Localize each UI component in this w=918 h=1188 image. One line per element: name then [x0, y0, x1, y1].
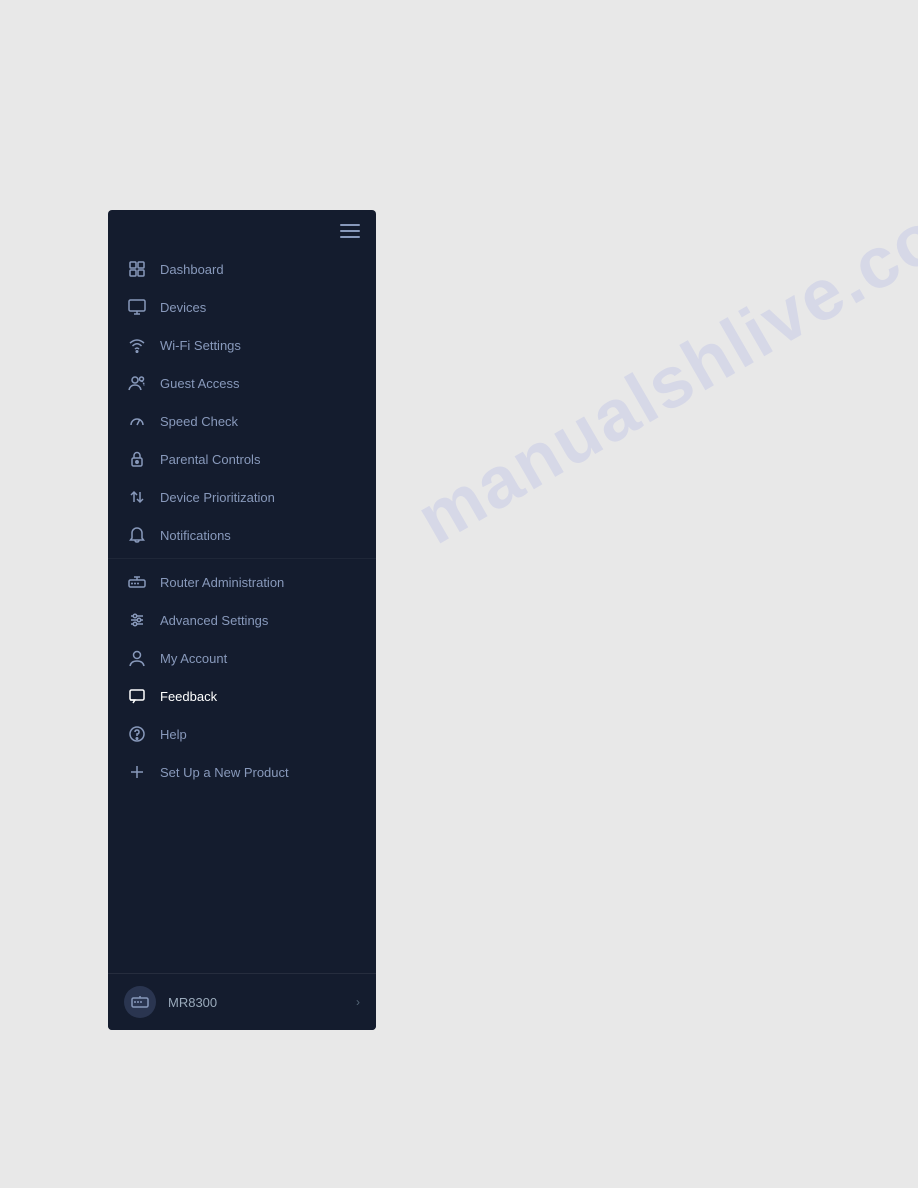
sidebar-item-label-advanced: Advanced Settings	[160, 613, 268, 628]
monitor-icon	[128, 298, 146, 316]
bell-icon	[128, 526, 146, 544]
sidebar-item-my-account[interactable]: My Account	[108, 639, 376, 677]
nav-divider-1	[108, 558, 376, 559]
hamburger-menu-button[interactable]	[340, 224, 360, 238]
sidebar-item-label-parental: Parental Controls	[160, 452, 260, 467]
sliders-icon	[128, 611, 146, 629]
device-avatar	[124, 986, 156, 1018]
nav-list: Dashboard Devices	[108, 246, 376, 973]
lock-icon	[128, 450, 146, 468]
sidebar-item-dashboard[interactable]: Dashboard	[108, 250, 376, 288]
watermark: manualshlive.com	[403, 161, 918, 560]
sidebar-item-label-setup: Set Up a New Product	[160, 765, 289, 780]
sidebar-item-setup-new[interactable]: Set Up a New Product	[108, 753, 376, 791]
sidebar-item-router-admin[interactable]: Router Administration	[108, 563, 376, 601]
sidebar-item-feedback[interactable]: Feedback	[108, 677, 376, 715]
sidebar-item-label-feedback: Feedback	[160, 689, 217, 704]
sidebar-item-device-prioritization[interactable]: Device Prioritization	[108, 478, 376, 516]
sidebar: Dashboard Devices	[108, 210, 376, 1030]
chat-icon	[128, 687, 146, 705]
sidebar-header	[108, 210, 376, 246]
sidebar-item-help[interactable]: Help	[108, 715, 376, 753]
speedometer-icon	[128, 412, 146, 430]
sidebar-item-advanced-settings[interactable]: Advanced Settings	[108, 601, 376, 639]
users-icon	[128, 374, 146, 392]
grid-icon	[128, 260, 146, 278]
sidebar-item-parental-controls[interactable]: Parental Controls	[108, 440, 376, 478]
sidebar-item-label-notifications: Notifications	[160, 528, 231, 543]
sidebar-item-speed-check[interactable]: Speed Check	[108, 402, 376, 440]
device-footer[interactable]: MR8300 ›	[108, 973, 376, 1030]
router-icon	[128, 573, 146, 591]
user-icon	[128, 649, 146, 667]
sidebar-item-notifications[interactable]: Notifications	[108, 516, 376, 554]
sidebar-item-guest-access[interactable]: Guest Access	[108, 364, 376, 402]
sidebar-item-label-account: My Account	[160, 651, 227, 666]
sidebar-item-label-priority: Device Prioritization	[160, 490, 275, 505]
arrows-icon	[128, 488, 146, 506]
plus-icon	[128, 763, 146, 781]
sidebar-item-label-wifi: Wi-Fi Settings	[160, 338, 241, 353]
sidebar-item-devices[interactable]: Devices	[108, 288, 376, 326]
sidebar-item-label-guest: Guest Access	[160, 376, 239, 391]
question-icon	[128, 725, 146, 743]
sidebar-item-label-speed: Speed Check	[160, 414, 238, 429]
wifi-icon	[128, 336, 146, 354]
page-background: manualshlive.com	[0, 0, 918, 1188]
chevron-right-icon: ›	[356, 995, 360, 1009]
sidebar-item-label-devices: Devices	[160, 300, 206, 315]
sidebar-item-label-help: Help	[160, 727, 187, 742]
sidebar-item-label-dashboard: Dashboard	[160, 262, 224, 277]
device-name-label: MR8300	[168, 995, 356, 1010]
sidebar-item-label-router-admin: Router Administration	[160, 575, 284, 590]
router-device-icon	[131, 993, 149, 1011]
sidebar-item-wifi-settings[interactable]: Wi-Fi Settings	[108, 326, 376, 364]
